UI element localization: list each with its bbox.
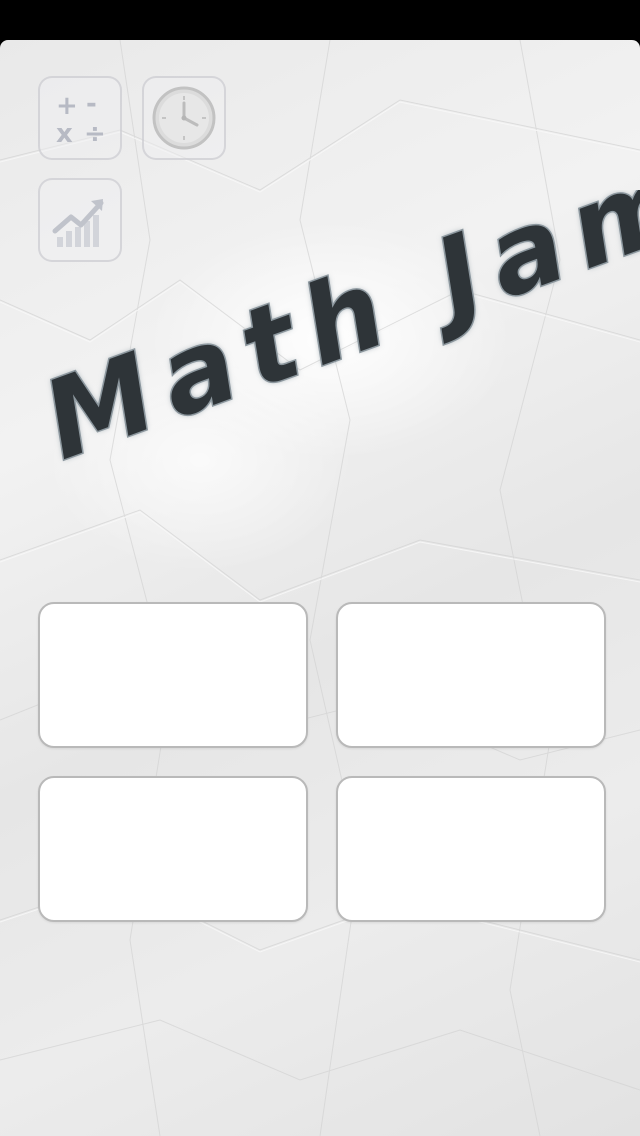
times-symbol: x bbox=[56, 119, 73, 148]
status-bar bbox=[0, 0, 640, 40]
menu-card-2[interactable] bbox=[336, 602, 606, 748]
operations-icon: + - x ÷ bbox=[56, 89, 106, 148]
menu-card-4[interactable] bbox=[336, 776, 606, 922]
app-title-graphic: Math Jam Math Jam bbox=[27, 132, 640, 486]
paper-background: + - x ÷ Math Jam Math Jam bbox=[0, 40, 640, 1136]
minus-symbol: - bbox=[86, 89, 97, 119]
clock-icon bbox=[152, 86, 216, 150]
menu-card-1[interactable] bbox=[38, 602, 308, 748]
app-title-wrap: Math Jam Math Jam bbox=[27, 132, 640, 550]
plus-symbol: + bbox=[56, 91, 78, 121]
app-title: Math Jam bbox=[40, 190, 640, 484]
divide-symbol: ÷ bbox=[84, 119, 106, 148]
timer-button[interactable] bbox=[142, 76, 226, 160]
operations-button[interactable]: + - x ÷ bbox=[38, 76, 122, 160]
menu-card-3[interactable] bbox=[38, 776, 308, 922]
